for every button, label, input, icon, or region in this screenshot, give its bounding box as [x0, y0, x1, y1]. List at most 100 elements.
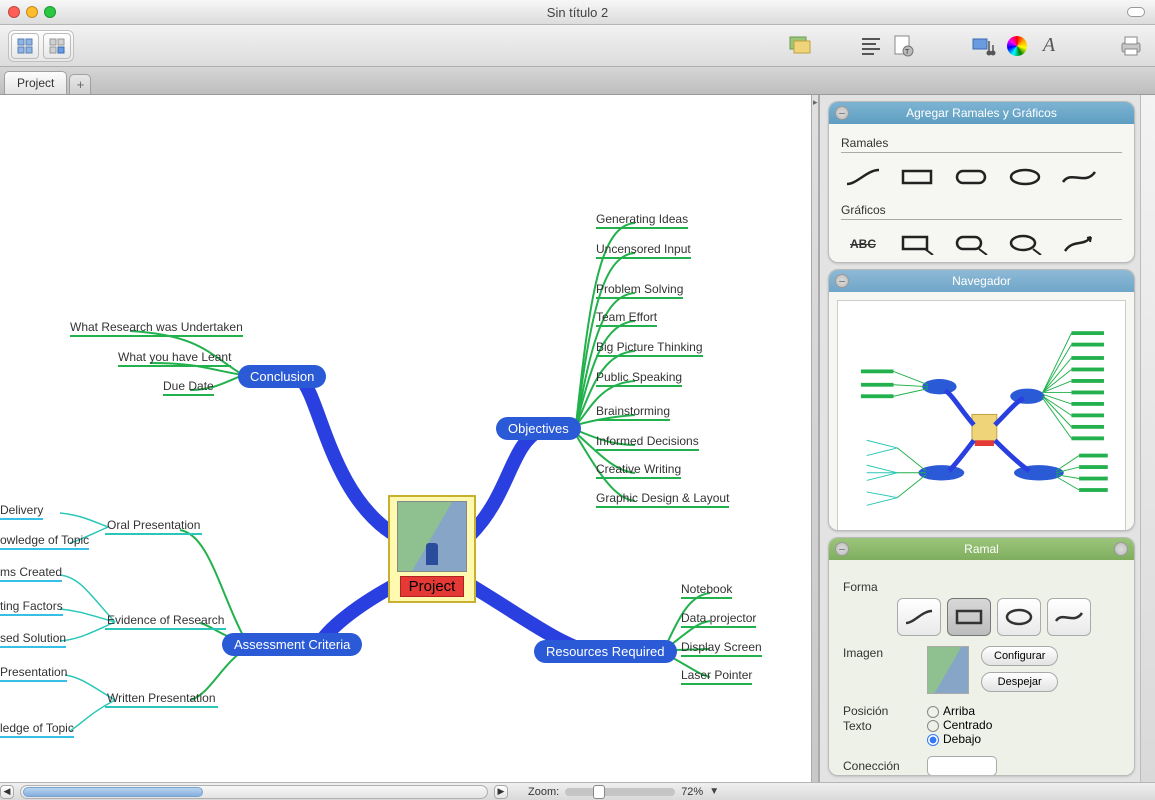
leaf[interactable]: Display Screen	[681, 640, 762, 654]
window-zoom-button[interactable]	[44, 6, 56, 18]
leaf[interactable]: Uncensored Input	[596, 242, 691, 256]
view-focus-button[interactable]	[43, 33, 71, 59]
radio-arriba[interactable]: Arriba	[927, 704, 992, 718]
center-node[interactable]: Project	[388, 495, 476, 603]
leaf[interactable]: ting Factors	[0, 599, 63, 613]
graphic-rect-pen[interactable]	[897, 232, 937, 256]
hscroll-thumb[interactable]	[23, 787, 203, 797]
hscroll-right-button[interactable]: ▶	[494, 785, 508, 799]
font-icon: A	[1043, 34, 1055, 57]
window-titlebar: Sin título 2	[0, 0, 1155, 25]
print-button[interactable]	[1115, 31, 1147, 61]
configurar-button[interactable]: Configurar	[981, 646, 1058, 666]
leaf[interactable]: Creative Writing	[596, 462, 681, 476]
label-imagen: Imagen	[843, 646, 915, 660]
panel-collapse-button[interactable]: –	[835, 542, 849, 556]
branch-shape-swoosh[interactable]	[1059, 165, 1099, 189]
window-pill-button[interactable]	[1127, 7, 1145, 17]
branch-resources[interactable]: Resources Required	[534, 640, 677, 663]
panel-collapse-button[interactable]: –	[835, 274, 849, 288]
color-wheel-icon	[1007, 36, 1027, 56]
leaf[interactable]: Graphic Design & Layout	[596, 491, 729, 505]
zoom-slider[interactable]	[565, 788, 675, 796]
leaf[interactable]: Data projector	[681, 611, 756, 625]
leaf[interactable]: What Research was Undertaken	[70, 320, 243, 334]
label-posicion: Posición Texto	[843, 704, 915, 733]
sub-branch-written[interactable]: Written Presentation	[107, 691, 216, 705]
sub-branch-evidence[interactable]: Evidence of Research	[107, 613, 224, 627]
forma-ellipse[interactable]	[997, 598, 1041, 636]
panel-ramal: – Ramal Forma Imagen Confi	[828, 537, 1135, 776]
color-picker-button[interactable]	[1001, 31, 1033, 61]
leaf[interactable]: Presentation	[0, 665, 67, 679]
panel-ramal-title: Ramal	[964, 542, 999, 556]
window-minimize-button[interactable]	[26, 6, 38, 18]
branch-shape-roundrect[interactable]	[951, 165, 991, 189]
leaf[interactable]: ledge of Topic	[0, 721, 74, 735]
graphic-roundrect-pen[interactable]	[951, 232, 991, 256]
section-graficos-label: Gráficos	[841, 203, 1122, 220]
graphic-arrow[interactable]	[1059, 232, 1099, 256]
leaf[interactable]: Problem Solving	[596, 282, 683, 296]
media-button[interactable]	[969, 31, 1001, 61]
panel-expand-button[interactable]	[1114, 542, 1128, 556]
leaf[interactable]: sed Solution	[0, 631, 66, 645]
panel-collapse-button[interactable]: –	[835, 106, 849, 120]
align-button[interactable]	[855, 31, 887, 61]
leaf[interactable]: Laser Pointer	[681, 668, 752, 682]
window-close-button[interactable]	[8, 6, 20, 18]
coneccion-stepper[interactable]	[927, 756, 997, 776]
abc-icon: ABC	[850, 237, 876, 251]
branch-objectives[interactable]: Objectives	[496, 417, 581, 440]
sidebar-scrollbar[interactable]	[1143, 103, 1153, 323]
mindmap-canvas[interactable]: Project Conclusion Objectives Assessment…	[0, 95, 811, 782]
branch-shape-curve[interactable]	[843, 165, 883, 189]
leaf[interactable]: What you have Leant	[118, 350, 231, 364]
branch-conclusion[interactable]: Conclusion	[238, 365, 326, 388]
font-button[interactable]: A	[1033, 31, 1065, 61]
radio-centrado[interactable]: Centrado	[927, 718, 992, 732]
radio-debajo[interactable]: Debajo	[927, 732, 992, 746]
center-node-image	[397, 501, 467, 572]
branch-shape-ellipse[interactable]	[1005, 165, 1045, 189]
horizontal-scrollbar[interactable]	[20, 785, 488, 799]
inspector-sidebar: – Agregar Ramales y Gráficos Ramales Grá…	[819, 95, 1155, 782]
leaf[interactable]: Notebook	[681, 582, 732, 596]
graphic-ellipse-pen[interactable]	[1005, 232, 1045, 256]
navigator-thumbnail[interactable]	[837, 300, 1126, 531]
panel-splitter[interactable]	[811, 95, 819, 782]
leaf[interactable]: Public Speaking	[596, 370, 682, 384]
sub-branch-oral[interactable]: Oral Presentation	[107, 518, 200, 532]
leaf[interactable]: ms Created	[0, 565, 62, 579]
ramal-image-preview[interactable]	[927, 646, 969, 694]
leaf[interactable]: Team Effort	[596, 310, 657, 324]
view-mode-group	[8, 30, 74, 62]
forma-swoosh[interactable]	[1047, 598, 1091, 636]
despejar-button[interactable]: Despejar	[981, 672, 1058, 692]
leaf[interactable]: Big Picture Thinking	[596, 340, 703, 354]
tab-project[interactable]: Project	[4, 71, 67, 94]
leaf[interactable]: Informed Decisions	[596, 434, 699, 448]
zoom-slider-thumb[interactable]	[593, 785, 605, 799]
document-tabs: Project +	[0, 67, 1155, 95]
panel-nav-title: Navegador	[952, 274, 1011, 288]
zoom-dropdown-button[interactable]: ▼	[709, 786, 719, 797]
text-document-button[interactable]: T	[887, 31, 919, 61]
tab-add-button[interactable]: +	[69, 74, 91, 94]
branch-assessment[interactable]: Assessment Criteria	[222, 633, 362, 656]
leaf[interactable]: Brainstorming	[596, 404, 670, 418]
forma-rect[interactable]	[947, 598, 991, 636]
section-ramales-label: Ramales	[841, 136, 1122, 153]
images-button[interactable]	[783, 31, 815, 61]
leaf[interactable]: owledge of Topic	[0, 533, 89, 547]
forma-curve[interactable]	[897, 598, 941, 636]
svg-text:T: T	[905, 49, 910, 56]
leaf[interactable]: Due Date	[163, 379, 214, 393]
branch-shape-rect[interactable]	[897, 165, 937, 189]
leaf[interactable]: Generating Ideas	[596, 212, 688, 226]
leaf[interactable]: Delivery	[0, 503, 43, 517]
hscroll-left-button[interactable]: ◀	[0, 785, 14, 799]
center-node-label: Project	[400, 576, 465, 597]
graphic-text[interactable]: ABC	[843, 232, 883, 256]
view-grid-button[interactable]	[11, 33, 39, 59]
